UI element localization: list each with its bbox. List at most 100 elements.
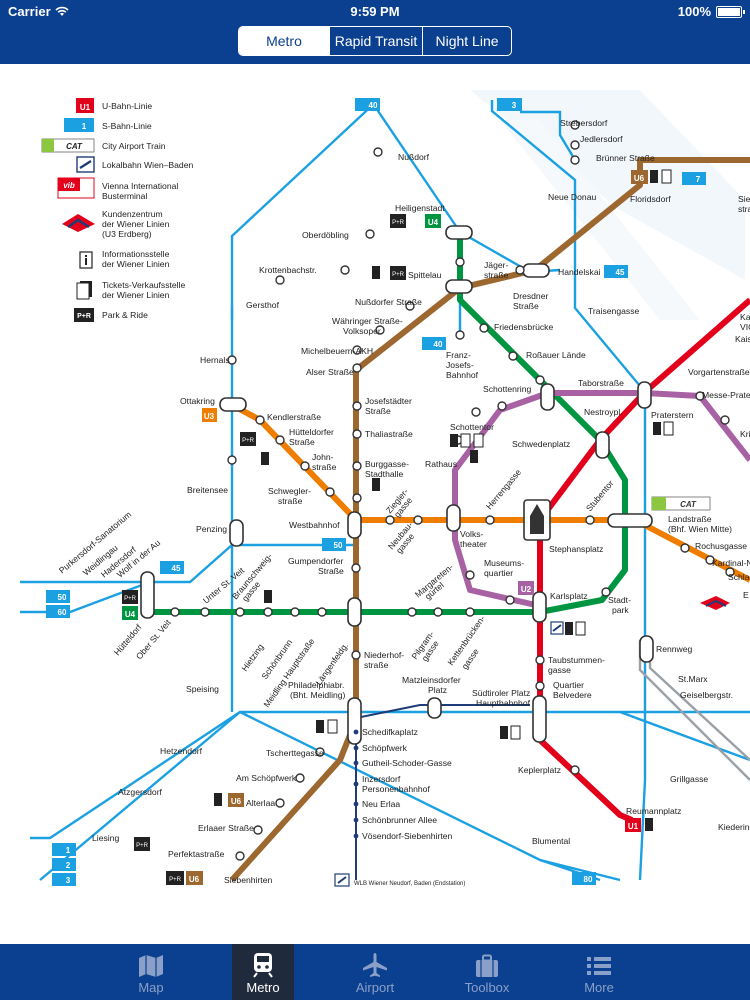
station-herrengasse: Herrengasse [484, 467, 523, 511]
badge-u4-huetteldorf: U4 [122, 606, 138, 620]
tab-toolbox[interactable]: Toolbox [431, 944, 543, 1000]
station-atzgersdorf: Atzgersdorf [118, 787, 163, 797]
station-tscherttegasse: Tscherttegasse [266, 748, 324, 758]
station-hernals: Hernals [200, 355, 230, 365]
segment-night-line[interactable]: Night Line [423, 27, 511, 55]
station-jaeger2: straße [484, 270, 509, 280]
badge-s7: 7 [682, 172, 706, 185]
svg-text:2: 2 [66, 861, 71, 870]
station-gutheil: Gutheil-Schoder-Gasse [362, 758, 452, 768]
station-schwedenplatz: Schwedenplatz [512, 439, 570, 449]
map-watermark [470, 90, 745, 320]
station-jaeger1: Jäger- [484, 260, 508, 270]
svg-text:U4: U4 [428, 218, 439, 227]
svg-text:Vienna International: Vienna International [102, 181, 178, 191]
station-schla: Schla [728, 572, 750, 582]
svg-text:3: 3 [512, 101, 517, 110]
station-geiselberg: Geiselbergstr. [680, 690, 733, 700]
svg-text:U4: U4 [125, 610, 136, 619]
svg-text:1: 1 [66, 846, 71, 855]
svg-text:Lokalbahn Wien–Baden: Lokalbahn Wien–Baden [102, 160, 193, 170]
station-museumsquartier1: Museums- [484, 558, 524, 568]
station-inzersdorf2: Personenbahnhof [362, 784, 430, 794]
station-rennweg: Rennweg [656, 644, 693, 654]
badge-u4-heiligenstadt: U4 [425, 214, 441, 228]
station-ka2: VIC [740, 322, 750, 332]
badge-s3-liesing: 3 [52, 873, 76, 886]
svg-text:vib: vib [63, 181, 75, 190]
status-battery: 100% [677, 4, 745, 19]
svg-text:P+R: P+R [169, 877, 182, 883]
badge-s60-left: 60 [46, 605, 70, 618]
station-stubentor: Stubentor [584, 478, 616, 513]
tab-map[interactable]: Map [95, 944, 207, 1000]
station-matzleinsdorf1: Matzleinsdorfer [402, 675, 461, 685]
station-volkstheater2: theater [460, 539, 487, 549]
badge-s2-liesing: 2 [52, 858, 76, 871]
station-krottenbach: Krottenbachstr. [259, 265, 317, 275]
svg-text:45: 45 [616, 268, 625, 277]
station-rathaus: Rathaus [425, 459, 457, 469]
station-dresdner2: Straße [513, 301, 539, 311]
metro-map[interactable]: 40 3 U6 7 U4 45 40 U3 50 45 50 60 U4 P+R… [0, 64, 750, 944]
svg-text:(U3 Erdberg): (U3 Erdberg) [102, 229, 152, 239]
svg-text:P+R: P+R [392, 220, 405, 226]
svg-text:P+R: P+R [77, 313, 91, 320]
legend-tickets: Tickets-Verkaufsstelle der Wiener Linien [76, 280, 185, 300]
badge-s3-top: 3 [497, 98, 522, 111]
station-perfekta: Perfektastraße [168, 849, 225, 859]
badge-pr-siebenhirten: P+R [166, 871, 184, 885]
tab-metro[interactable]: Metro [232, 944, 294, 1000]
tab-map-label: Map [138, 980, 164, 995]
svg-text:U-Bahn-Linie: U-Bahn-Linie [102, 101, 152, 111]
station-breitensee: Breitensee [187, 485, 228, 495]
station-schottentor: Schottentor [450, 422, 494, 432]
station-karlsplatz: Karlsplatz [550, 591, 588, 601]
station-alterlaa: Alterlaa [246, 798, 275, 808]
station-wlb: WLB Wiener Neudorf, Baden (Endstation) [354, 881, 465, 887]
svg-text:U6: U6 [231, 797, 242, 806]
segment-rapid-transit[interactable]: Rapid Transit [330, 27, 423, 55]
station-hietzing: Hietzing [239, 642, 265, 673]
station-ka1: Ka [740, 312, 750, 322]
legend-info: Informationsstelle der Wiener Linien [79, 249, 170, 269]
tab-airport-label: Airport [355, 980, 395, 995]
station-kri: Kri [740, 429, 750, 439]
svg-text:P+R: P+R [136, 843, 149, 849]
svg-text:der Wiener Linien: der Wiener Linien [102, 290, 170, 300]
station-waehringer2: Volksoper [343, 326, 381, 336]
legend-cat: CAT City Airport Train [41, 138, 166, 153]
station-ottakring: Ottakring [180, 396, 215, 406]
metro-map-svg: 40 3 U6 7 U4 45 40 U3 50 45 50 60 U4 P+R… [20, 90, 750, 887]
station-liesing: Liesing [92, 833, 119, 843]
station-fjb2: Josefs- [446, 360, 474, 370]
info-markers [473, 433, 484, 448]
station-kendler: Kendlerstraße [267, 412, 321, 422]
station-landstrasse2: (Bhf. Wien Mitte) [668, 524, 732, 534]
toolbox-icon [476, 954, 498, 977]
station-messe: Messe-Prater [702, 390, 750, 400]
station-quartier1: Quartier [553, 680, 584, 690]
station-penzing: Penzing [196, 524, 227, 534]
svg-text:CAT: CAT [680, 500, 697, 509]
svg-text:S-Bahn-Linie: S-Bahn-Linie [102, 121, 152, 131]
battery-percent: 100% [677, 4, 711, 19]
tab-more[interactable]: More [543, 944, 655, 1000]
station-jedlersdorf: Jedlersdorf [580, 134, 623, 144]
svg-text:40: 40 [369, 101, 378, 110]
list-icon [587, 957, 611, 975]
station-schoepfwerkr: Schöpfwerk [362, 743, 408, 753]
segment-metro[interactable]: Metro [239, 27, 330, 55]
station-burggasse1: Burggasse- [365, 459, 409, 469]
station-taubstummen2: gasse [548, 665, 571, 675]
station-volkstheater1: Volks- [460, 529, 484, 539]
station-john2: straße [312, 462, 337, 472]
tab-airport[interactable]: Airport [319, 944, 431, 1000]
svg-text:Kundenzentrum: Kundenzentrum [102, 209, 163, 219]
svg-text:80: 80 [584, 875, 593, 884]
svg-text:der Wiener Linien: der Wiener Linien [102, 219, 170, 229]
station-josefstaedter2: Straße [365, 406, 391, 416]
station-schweglerstr1: Schwegler- [268, 486, 311, 496]
map-icon [139, 955, 163, 977]
svg-text:Informationsstelle: Informationsstelle [102, 249, 170, 259]
